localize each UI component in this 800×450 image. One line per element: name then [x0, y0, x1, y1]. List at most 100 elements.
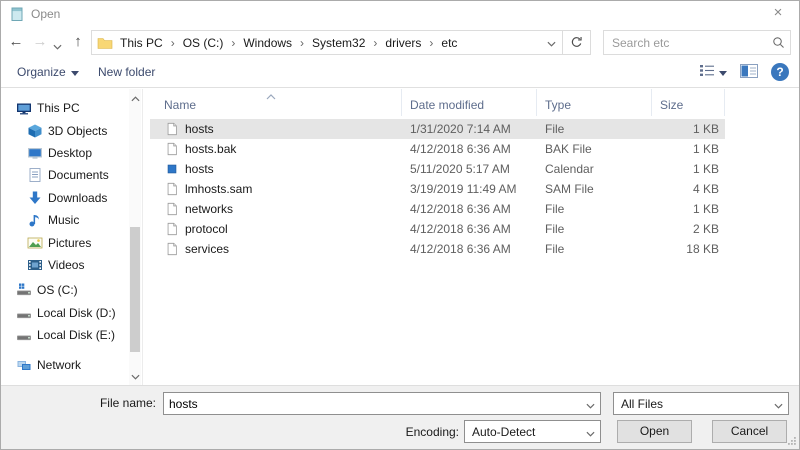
scrollbar-thumb[interactable]: [130, 227, 140, 352]
3d-objects-icon: [27, 123, 43, 139]
column-header-type[interactable]: Type: [537, 89, 652, 116]
close-button[interactable]: ×: [757, 1, 799, 25]
sidebar-item-label: This PC: [37, 101, 80, 116]
this-pc-icon: [16, 100, 32, 116]
help-button[interactable]: ?: [771, 63, 789, 81]
file-name-label: File name:: [99, 396, 156, 410]
scroll-up-icon[interactable]: [129, 91, 141, 105]
column-header-date-modified[interactable]: Date modified: [402, 89, 537, 116]
file-name-cell: networks: [150, 202, 402, 216]
window-title: Open: [31, 7, 61, 21]
file-size: 1 KB: [692, 202, 719, 216]
content-area: This PC 3D Objects Desktop Documents Downloa…: [1, 89, 799, 385]
file-row[interactable]: hosts.bak 4/12/2018 6:36 AM BAK File 1 KB: [150, 139, 725, 159]
file-row[interactable]: hosts 1/31/2020 7:14 AM File 1 KB: [150, 119, 725, 139]
column-header-label: Size: [660, 98, 684, 112]
open-dialog: Open × ← → ↑ This PC › OS (C:) › Windows › Sys…: [0, 0, 800, 450]
file-row[interactable]: protocol 4/12/2018 6:36 AM File 2 KB: [150, 219, 725, 239]
chevron-down-icon[interactable]: [580, 396, 600, 412]
file-type: File: [545, 222, 565, 236]
refresh-icon[interactable]: [563, 33, 590, 52]
breadcrumb-item[interactable]: etc: [434, 31, 464, 54]
search-input[interactable]: [604, 34, 766, 51]
file-icon: [165, 202, 179, 216]
encoding-select[interactable]: Auto-Detect: [464, 420, 601, 443]
up-button[interactable]: ↑: [67, 31, 89, 53]
open-button[interactable]: Open: [617, 420, 692, 443]
sidebar-item-label: Videos: [48, 257, 85, 272]
sidebar-item-label: Documents: [48, 168, 109, 183]
sidebar-item-3d-objects[interactable]: 3D Objects: [1, 119, 129, 141]
cancel-button[interactable]: Cancel: [712, 420, 787, 443]
file-type-select[interactable]: All Files: [613, 392, 789, 415]
file-type: BAK File: [545, 142, 592, 156]
search-icon: [766, 33, 790, 52]
downloads-icon: [27, 190, 43, 206]
network-icon: [16, 357, 32, 373]
file-row[interactable]: services 4/12/2018 6:36 AM File 18 KB: [150, 239, 725, 259]
sidebar-item-local-disk-e[interactable]: Local Disk (E:): [1, 324, 129, 346]
file-name: hosts: [185, 122, 214, 136]
breadcrumb-item[interactable]: System32: [305, 31, 372, 54]
view-controls: ?: [699, 63, 789, 81]
videos-icon: [27, 257, 43, 273]
column-header-name[interactable]: Name: [150, 89, 402, 116]
breadcrumb-item[interactable]: Windows: [236, 31, 299, 54]
dialog-footer: File name: All Files Encoding: Auto-Dete…: [1, 385, 799, 449]
address-dropdown-chevron-icon[interactable]: [540, 36, 562, 50]
column-header-size[interactable]: Size: [652, 89, 725, 116]
sidebar-scrollbar[interactable]: [129, 89, 141, 385]
music-icon: [27, 212, 43, 228]
search-box[interactable]: [603, 30, 791, 55]
file-name-input[interactable]: [164, 395, 580, 412]
breadcrumb-item[interactable]: drivers: [378, 31, 428, 54]
file-name-cell: lmhosts.sam: [150, 182, 402, 196]
back-button[interactable]: ←: [5, 31, 27, 53]
sidebar-item-music[interactable]: Music: [1, 209, 129, 231]
documents-icon: [27, 167, 43, 183]
file-date: 4/12/2018 6:36 AM: [410, 202, 511, 216]
breadcrumb-item[interactable]: OS (C:): [176, 31, 231, 54]
file-row[interactable]: networks 4/12/2018 6:36 AM File 1 KB: [150, 199, 725, 219]
sidebar-item-documents[interactable]: Documents: [1, 164, 129, 186]
sidebar-item-local-disk-d[interactable]: Local Disk (D:): [1, 302, 129, 324]
sidebar-item-desktop[interactable]: Desktop: [1, 142, 129, 164]
sidebar-item-this-pc[interactable]: This PC: [1, 97, 129, 119]
column-header-label: Date modified: [410, 98, 485, 112]
desktop-icon: [27, 145, 43, 161]
recent-locations-chevron-icon[interactable]: [53, 39, 62, 53]
file-list-pane: Name Date modified Type Size hosts 1/31/2020…: [142, 89, 799, 385]
file-name-cell: hosts: [150, 122, 402, 136]
title-bar: Open ×: [1, 1, 799, 27]
file-name: lmhosts.sam: [185, 182, 253, 196]
caret-down-icon: [719, 65, 727, 79]
sidebar-item-downloads[interactable]: Downloads: [1, 187, 129, 209]
notepad-icon: [9, 6, 25, 22]
file-date: 3/19/2019 11:49 AM: [410, 182, 517, 196]
scroll-down-icon[interactable]: [129, 369, 141, 383]
breadcrumb-item[interactable]: This PC: [113, 31, 170, 54]
file-date: 5/11/2020 5:17 AM: [410, 162, 510, 176]
sidebar-item-os-c[interactable]: OS (C:): [1, 279, 129, 301]
address-bar[interactable]: This PC › OS (C:) › Windows › System32 › drivers…: [91, 30, 591, 55]
sidebar-item-label: Network: [37, 358, 82, 373]
file-row[interactable]: hosts 5/11/2020 5:17 AM Calendar 1 KB: [150, 159, 725, 179]
sidebar-item-videos[interactable]: Videos: [1, 254, 129, 276]
sidebar-item-network[interactable]: Network: [1, 354, 129, 376]
file-name: protocol: [185, 222, 228, 236]
file-row[interactable]: lmhosts.sam 3/19/2019 11:49 AM SAM File 4 K…: [150, 179, 725, 199]
organize-button[interactable]: Organize: [17, 65, 79, 79]
file-name-combobox[interactable]: [163, 392, 601, 415]
forward-button[interactable]: →: [29, 31, 51, 53]
sidebar-item-label: 3D Objects: [48, 123, 108, 138]
resize-grip-icon[interactable]: [786, 435, 797, 449]
encoding-value: Auto-Detect: [472, 424, 536, 439]
caret-down-icon: [70, 65, 79, 79]
navigation-bar: ← → ↑ This PC › OS (C:) › Windows › System32 › d…: [1, 27, 799, 58]
file-name-cell: services: [150, 242, 402, 256]
preview-pane-button[interactable]: [740, 63, 758, 81]
chevron-down-icon: [768, 396, 788, 412]
change-view-button[interactable]: [699, 64, 727, 80]
new-folder-button[interactable]: New folder: [98, 65, 155, 79]
sidebar-item-pictures[interactable]: Pictures: [1, 231, 129, 253]
